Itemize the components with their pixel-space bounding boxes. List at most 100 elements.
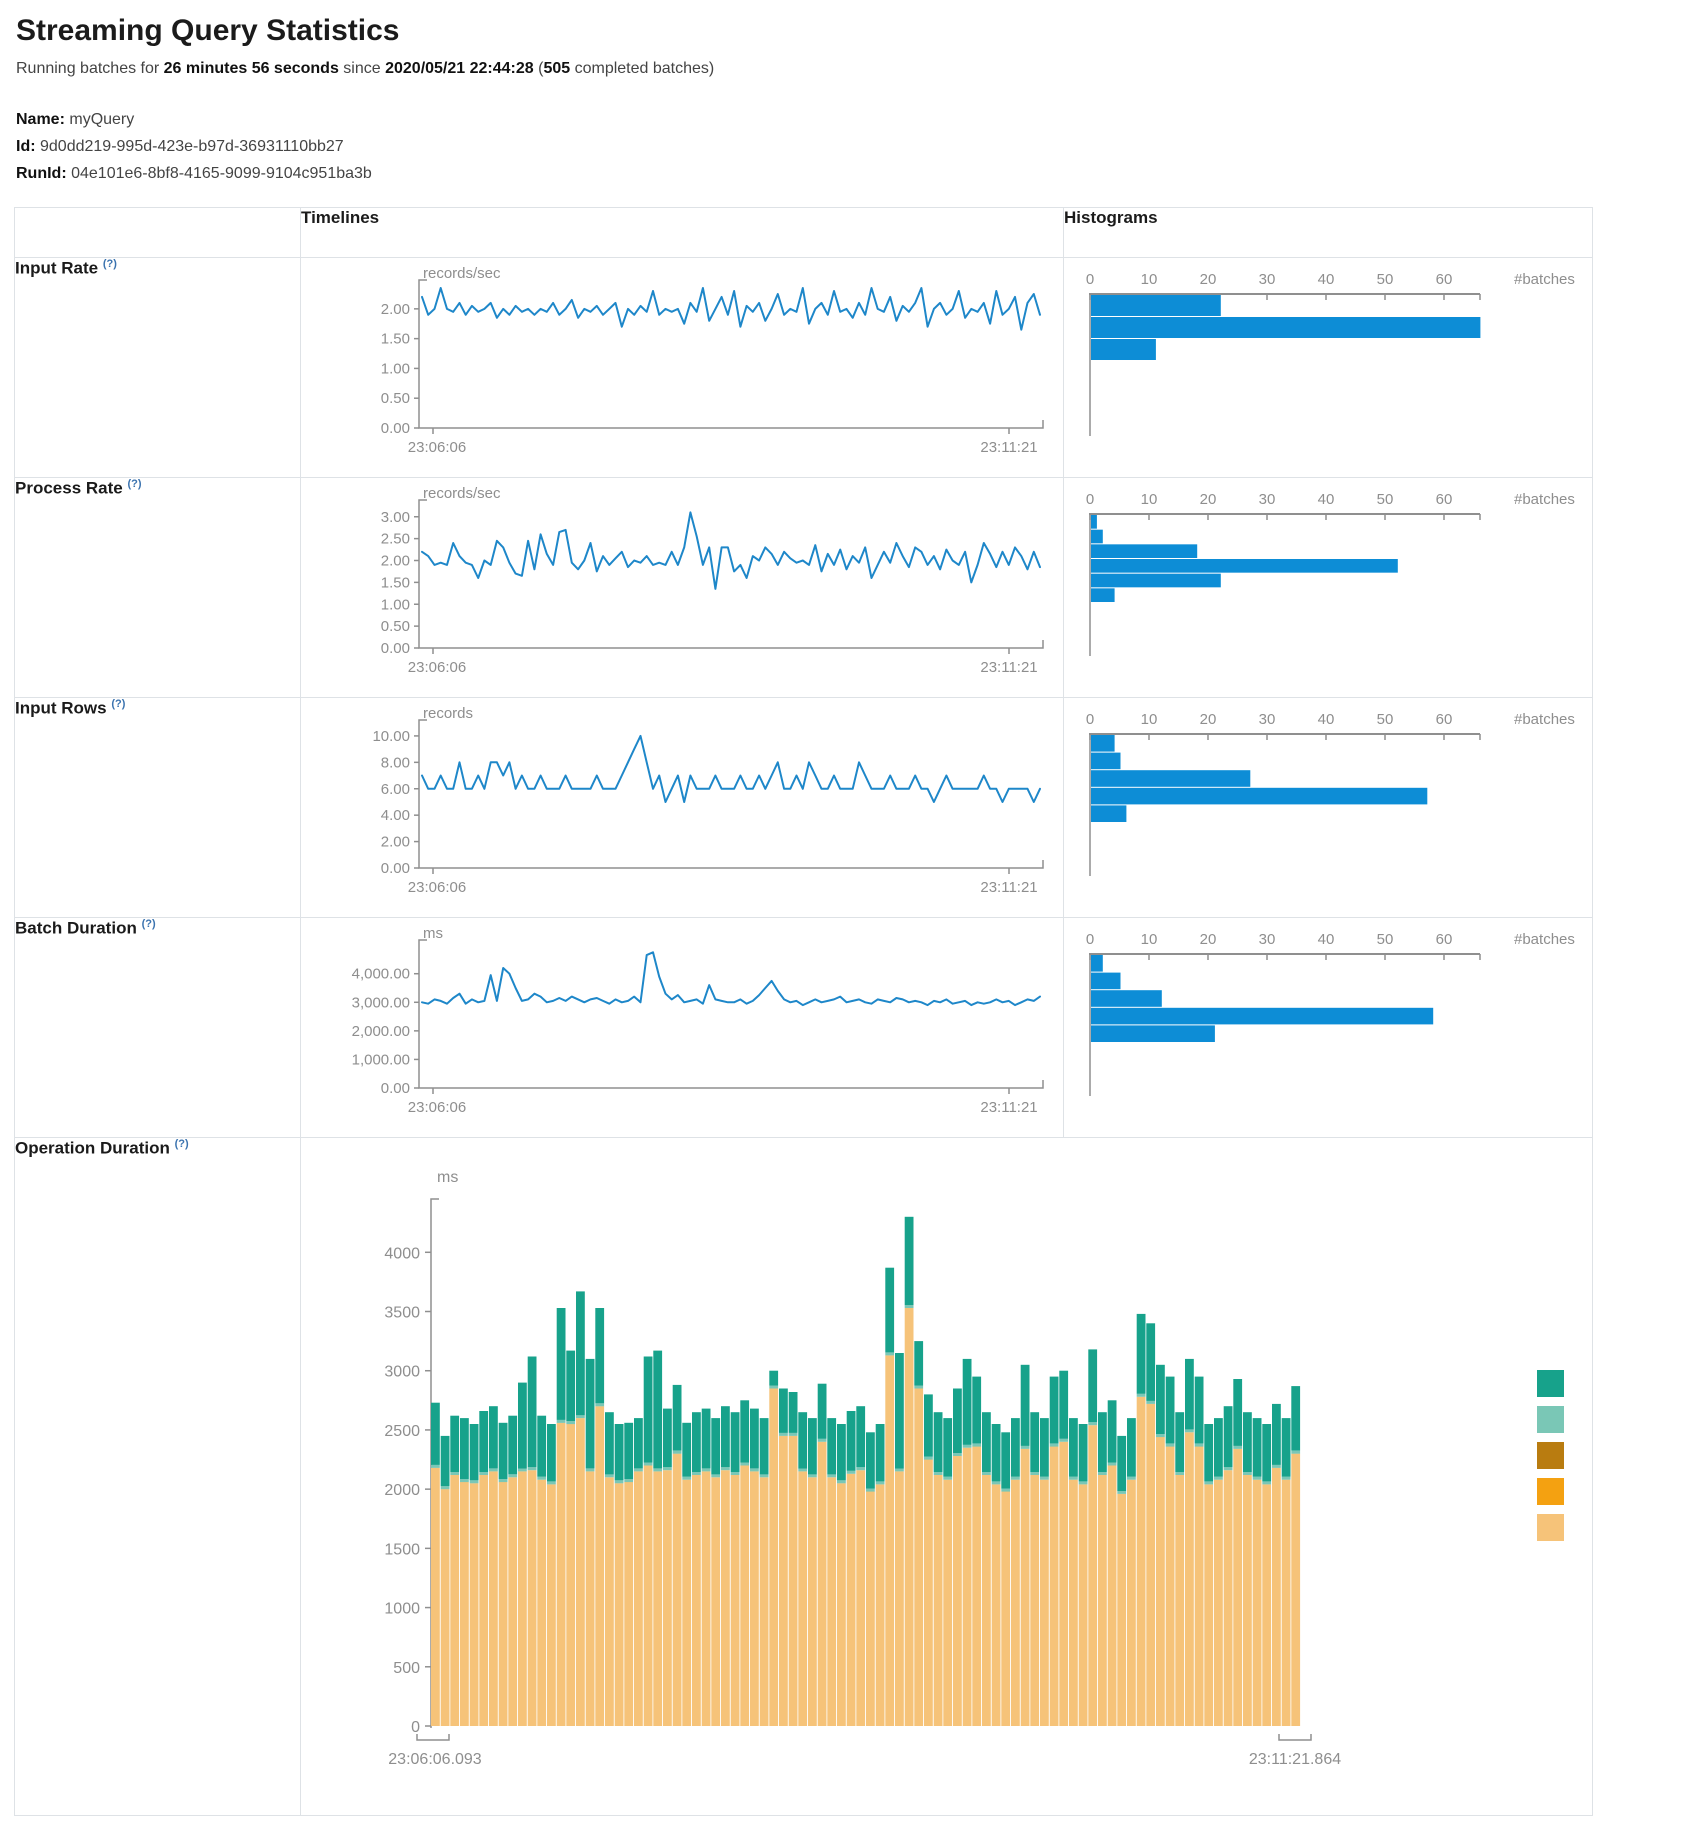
input-rate-help-icon[interactable]: (?): [103, 258, 117, 270]
svg-text:23:11:21: 23:11:21: [980, 1099, 1037, 1116]
batch-duration-timeline: ms4,000.003,000.002,000.001,000.000.0023…: [301, 918, 1064, 1138]
operation-duration-help-icon[interactable]: (?): [175, 1138, 189, 1150]
legend-swatch-0: [1537, 1370, 1564, 1397]
row-label-operation-duration: Operation Duration (?): [15, 1138, 301, 1816]
svg-text:0.50: 0.50: [381, 618, 410, 635]
timeline-svg: ms4,000.003,000.002,000.001,000.000.0023…: [301, 918, 1063, 1132]
statistics-table: Timelines Histograms Input Rate (?) reco…: [14, 207, 1593, 1816]
svg-text:records/sec: records/sec: [423, 265, 501, 282]
svg-text:23:11:21: 23:11:21: [980, 879, 1037, 896]
svg-text:8.00: 8.00: [381, 754, 410, 771]
svg-text:6.00: 6.00: [381, 781, 410, 798]
svg-text:30: 30: [1259, 491, 1276, 508]
process-rate-timeline: records/sec3.002.502.001.501.000.500.002…: [301, 478, 1064, 698]
svg-text:1,000.00: 1,000.00: [352, 1051, 410, 1068]
table-row-process-rate: Process Rate (?) records/sec3.002.502.00…: [15, 478, 1593, 698]
query-metadata: Name: myQuery Id: 9d0dd219-995d-423e-b97…: [16, 106, 1693, 187]
header-timelines: Timelines: [301, 208, 1064, 258]
running-duration: 26 minutes 56 seconds: [164, 60, 339, 77]
histogram-svg: 0102030405060#batches: [1064, 918, 1584, 1132]
svg-text:1500: 1500: [384, 1541, 420, 1558]
svg-text:20: 20: [1200, 931, 1217, 948]
timeline-svg: records/sec2.001.501.000.500.0023:06:062…: [301, 258, 1063, 472]
svg-text:50: 50: [1377, 931, 1394, 948]
svg-text:1000: 1000: [384, 1601, 420, 1618]
svg-text:23:06:06.093: 23:06:06.093: [388, 1751, 482, 1768]
operation-duration-chart-cell: ms4000350030002500200015001000500023:06:…: [301, 1138, 1593, 1816]
svg-text:3500: 3500: [384, 1305, 420, 1322]
completed-batch-count: 505: [543, 60, 570, 77]
svg-text:40: 40: [1318, 491, 1335, 508]
table-row-input-rows: Input Rows (?) records10.008.006.004.002…: [15, 698, 1593, 918]
svg-text:0.00: 0.00: [381, 420, 410, 437]
svg-text:20: 20: [1200, 271, 1217, 288]
histogram-svg: 0102030405060#batches: [1064, 478, 1584, 692]
svg-text:1.50: 1.50: [381, 574, 410, 591]
histogram-svg: 0102030405060#batches: [1064, 698, 1584, 912]
svg-text:0.50: 0.50: [381, 390, 410, 407]
svg-text:1.00: 1.00: [381, 360, 410, 377]
input-rate-histogram: 0 10 20 30 40 50 60 #batches: [1064, 258, 1593, 478]
svg-text:23:06:06: 23:06:06: [408, 1099, 466, 1116]
query-name-row: Name: myQuery: [16, 106, 1693, 133]
legend-swatch-3: [1537, 1478, 1564, 1505]
input-rows-help-icon[interactable]: (?): [111, 698, 125, 710]
svg-text:#batches: #batches: [1514, 931, 1575, 948]
svg-text:30: 30: [1259, 711, 1276, 728]
svg-text:10: 10: [1141, 271, 1158, 288]
svg-text:2.50: 2.50: [381, 531, 410, 548]
svg-text:60: 60: [1436, 711, 1453, 728]
svg-text:2.00: 2.00: [381, 301, 410, 318]
table-header-row: Timelines Histograms: [15, 208, 1593, 258]
input-rate-timeline: records/sec2.001.501.000.500.0023:06:062…: [301, 258, 1064, 478]
svg-text:2,000.00: 2,000.00: [352, 1023, 410, 1040]
legend-swatch-1: [1537, 1406, 1564, 1433]
svg-text:20: 20: [1200, 711, 1217, 728]
svg-text:#batches: #batches: [1514, 491, 1575, 508]
svg-text:0.00: 0.00: [381, 640, 410, 657]
process-rate-help-icon[interactable]: (?): [127, 478, 141, 490]
svg-text:10: 10: [1141, 711, 1158, 728]
svg-text:23:06:06: 23:06:06: [408, 879, 466, 896]
svg-text:23:06:06: 23:06:06: [408, 659, 466, 676]
input-rows-timeline: records10.008.006.004.002.000.0023:06:06…: [301, 698, 1064, 918]
svg-text:50: 50: [1377, 711, 1394, 728]
svg-text:30: 30: [1259, 931, 1276, 948]
svg-text:records: records: [423, 705, 473, 722]
svg-text:40: 40: [1318, 931, 1335, 948]
batch-duration-help-icon[interactable]: (?): [142, 918, 156, 930]
timeline-svg: records/sec3.002.502.001.501.000.500.002…: [301, 478, 1063, 692]
svg-text:0: 0: [1086, 271, 1094, 288]
svg-text:60: 60: [1436, 271, 1453, 288]
svg-text:2.00: 2.00: [381, 834, 410, 851]
svg-text:30: 30: [1259, 271, 1276, 288]
svg-text:40: 40: [1318, 711, 1335, 728]
svg-text:#batches: #batches: [1514, 711, 1575, 728]
table-row-batch-duration: Batch Duration (?) ms4,000.003,000.002,0…: [15, 918, 1593, 1138]
legend-swatch-2: [1537, 1442, 1564, 1469]
svg-text:0: 0: [411, 1719, 420, 1736]
timeline-svg: records10.008.006.004.002.000.0023:06:06…: [301, 698, 1063, 912]
svg-text:40: 40: [1318, 271, 1335, 288]
svg-text:4000: 4000: [384, 1245, 420, 1262]
svg-text:60: 60: [1436, 931, 1453, 948]
svg-text:20: 20: [1200, 491, 1217, 508]
query-id-value: 9d0dd219-995d-423e-b97d-36931110bb27: [40, 138, 344, 155]
svg-text:2500: 2500: [384, 1423, 420, 1440]
svg-text:50: 50: [1377, 271, 1394, 288]
svg-text:2000: 2000: [384, 1482, 420, 1499]
svg-text:23:11:21: 23:11:21: [980, 659, 1037, 676]
row-label-input-rows: Input Rows (?): [15, 698, 301, 918]
svg-text:0: 0: [1086, 491, 1094, 508]
svg-text:23:11:21.864: 23:11:21.864: [1249, 1751, 1341, 1768]
svg-text:60: 60: [1436, 491, 1453, 508]
query-runid-row: RunId: 04e101e6-8bf8-4165-9099-9104c951b…: [16, 160, 1693, 187]
svg-text:10.00: 10.00: [372, 728, 410, 745]
row-label-input-rate: Input Rate (?): [15, 258, 301, 478]
svg-text:10: 10: [1141, 931, 1158, 948]
svg-text:#batches: #batches: [1514, 271, 1575, 288]
svg-text:23:06:06: 23:06:06: [408, 439, 466, 456]
row-label-batch-duration: Batch Duration (?): [15, 918, 301, 1138]
svg-text:ms: ms: [437, 1169, 458, 1186]
svg-text:0.00: 0.00: [381, 1080, 410, 1097]
